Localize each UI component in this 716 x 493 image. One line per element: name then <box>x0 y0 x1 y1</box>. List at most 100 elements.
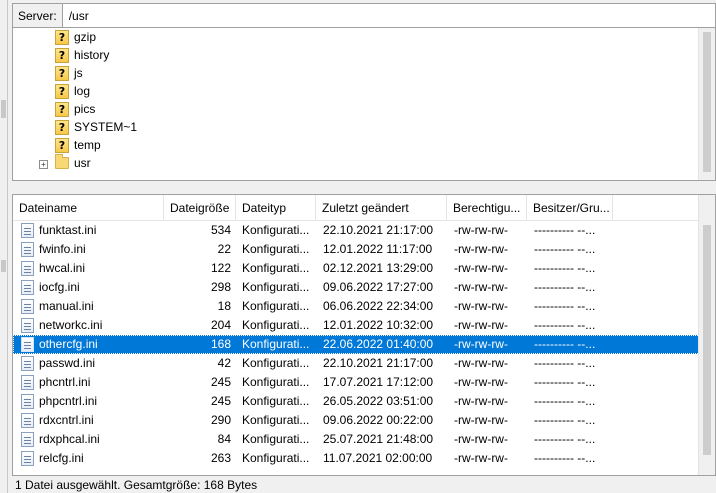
column-header-filename[interactable]: Dateiname <box>13 195 164 221</box>
status-text: 1 Datei ausgewählt. Gesamtgröße: 168 Byt… <box>15 478 258 492</box>
file-row[interactable]: hwcal.ini 122 Konfigurati... 02.12.2021 13:… <box>13 259 715 278</box>
file-type-cell: Konfigurati... <box>242 242 310 256</box>
tree-item-label: gzip <box>74 30 97 44</box>
tree-item-js[interactable]: ? js <box>55 64 83 82</box>
expand-toggle-icon[interactable]: + <box>39 160 48 169</box>
pane-splitter[interactable] <box>12 181 716 194</box>
column-header-modified[interactable]: Zuletzt geändert <box>316 195 447 221</box>
file-modified-cell: 17.07.2021 17:12:00 <box>323 375 434 389</box>
column-header-permissions[interactable]: Berechtigu... <box>447 195 527 221</box>
file-name-label: manual.ini <box>39 299 94 313</box>
tree-item-history[interactable]: ? history <box>55 46 109 64</box>
file-row[interactable]: phcntrl.ini 245 Konfigurati... 17.07.2021 1… <box>13 373 715 392</box>
file-name-cell: passwd.ini <box>13 354 164 373</box>
config-file-icon <box>21 432 34 447</box>
tree-item-pics[interactable]: ? pics <box>55 100 95 118</box>
file-list-scrollbar[interactable] <box>698 195 715 475</box>
tree-scrollbar[interactable] <box>698 28 715 180</box>
file-owner-cell: ---------- --... <box>534 356 596 370</box>
file-row[interactable]: passwd.ini 42 Konfigurati... 22.10.2021 21:… <box>13 354 715 373</box>
file-row[interactable]: networkc.ini 204 Konfigurati... 12.01.2022 … <box>13 316 715 335</box>
file-permissions-cell: -rw-rw-rw- <box>454 337 508 351</box>
file-name-label: rdxcntrl.ini <box>39 413 94 427</box>
left-pane-scroll-thumb[interactable] <box>1 100 6 118</box>
file-type-cell: Konfigurati... <box>242 451 310 465</box>
config-file-icon <box>21 318 34 333</box>
column-header-label: Berechtigu... <box>453 201 521 215</box>
column-header-label: Dateityp <box>242 201 287 215</box>
tree-item-temp[interactable]: ? temp <box>55 136 101 154</box>
unknown-folder-icon: ? <box>55 137 69 153</box>
tree-item-label: log <box>74 84 91 98</box>
file-row[interactable]: iocfg.ini 298 Konfigurati... 09.06.2022 17:… <box>13 278 715 297</box>
unknown-folder-icon: ? <box>55 29 69 45</box>
file-permissions-cell: -rw-rw-rw- <box>454 432 508 446</box>
file-name-cell: hwcal.ini <box>13 259 164 278</box>
config-file-icon <box>21 337 34 352</box>
file-name-cell: funktast.ini <box>13 221 164 240</box>
file-name-label: fwinfo.ini <box>39 242 86 256</box>
file-row[interactable]: relcfg.ini 263 Konfigurati... 11.07.2021 02… <box>13 449 715 468</box>
file-type-cell: Konfigurati... <box>242 432 310 446</box>
tree-item-log[interactable]: ? log <box>55 82 90 100</box>
file-size-cell: 204 <box>210 318 231 332</box>
file-size-cell: 290 <box>210 413 231 427</box>
unknown-folder-icon: ? <box>55 101 69 117</box>
column-header-filesize[interactable]: Dateigröße <box>164 195 236 221</box>
file-row[interactable]: fwinfo.ini 22 Konfigurati... 12.01.2022 11:… <box>13 240 715 259</box>
file-row[interactable]: phpcntrl.ini 245 Konfigurati... 26.05.2022 … <box>13 392 715 411</box>
file-size-cell: 245 <box>210 375 231 389</box>
file-modified-cell: 12.01.2022 10:32:00 <box>323 318 434 332</box>
file-row[interactable]: rdxcntrl.ini 290 Konfigurati... 09.06.2022 … <box>13 411 715 430</box>
config-file-icon <box>21 299 34 314</box>
column-header-filetype[interactable]: Dateityp <box>236 195 316 221</box>
file-size-cell: 84 <box>217 432 231 446</box>
file-permissions-cell: -rw-rw-rw- <box>454 242 508 256</box>
file-size-cell: 42 <box>217 356 231 370</box>
file-owner-cell: ---------- --... <box>534 432 596 446</box>
file-size-cell: 18 <box>217 299 231 313</box>
file-list-header: Dateiname Dateigröße Dateityp Zuletzt ge… <box>13 195 715 221</box>
tree-item-label: js <box>74 66 83 80</box>
file-name-cell: fwinfo.ini <box>13 240 164 259</box>
column-header-owner[interactable]: Besitzer/Gru... <box>527 195 613 221</box>
file-size-cell: 122 <box>210 261 231 275</box>
file-row[interactable]: othercfg.ini 168 Konfigurati... 22.06.2022 … <box>13 335 715 354</box>
file-name-cell: phcntrl.ini <box>13 373 164 392</box>
config-file-icon <box>21 223 34 238</box>
file-name-cell: rdxphcal.ini <box>13 430 164 449</box>
unknown-folder-icon: ? <box>55 83 69 99</box>
file-modified-cell: 22.10.2021 21:17:00 <box>323 223 434 237</box>
file-modified-cell: 12.01.2022 11:17:00 <box>323 242 433 256</box>
file-row[interactable]: rdxphcal.ini 84 Konfigurati... 25.07.2021 2… <box>13 430 715 449</box>
file-row[interactable]: manual.ini 18 Konfigurati... 06.06.2022 22:… <box>13 297 715 316</box>
server-path-bar: Server: <box>12 3 716 28</box>
column-header-label: Zuletzt geändert <box>322 201 409 215</box>
file-row[interactable]: funktast.ini 534 Konfigurati... 22.10.2021 … <box>13 221 715 240</box>
file-name-label: phcntrl.ini <box>39 375 91 389</box>
tree-item-gzip[interactable]: ? gzip <box>55 28 96 46</box>
file-owner-cell: ---------- --... <box>534 375 596 389</box>
file-modified-cell: 22.06.2022 01:40:00 <box>323 337 434 351</box>
tree-scroll-thumb[interactable] <box>703 32 711 172</box>
file-name-cell: rdxcntrl.ini <box>13 411 164 430</box>
file-permissions-cell: -rw-rw-rw- <box>454 261 508 275</box>
unknown-folder-icon: ? <box>55 65 69 81</box>
tree-item-usr[interactable]: usr <box>55 154 91 172</box>
file-name-cell: manual.ini <box>13 297 164 316</box>
file-type-cell: Konfigurati... <box>242 223 310 237</box>
server-path-input[interactable] <box>62 4 663 27</box>
tree-item-system[interactable]: ? SYSTEM~1 <box>55 118 137 136</box>
left-pane-scroll-thumb-lower[interactable] <box>1 260 6 272</box>
file-modified-cell: 11.07.2021 02:00:00 <box>323 451 433 465</box>
file-modified-cell: 09.06.2022 17:27:00 <box>323 280 434 294</box>
file-modified-cell: 26.05.2022 03:51:00 <box>323 394 434 408</box>
file-size-cell: 298 <box>210 280 231 294</box>
file-permissions-cell: -rw-rw-rw- <box>454 299 508 313</box>
file-name-cell: relcfg.ini <box>13 449 164 468</box>
file-permissions-cell: -rw-rw-rw- <box>454 394 508 408</box>
file-permissions-cell: -rw-rw-rw- <box>454 356 508 370</box>
file-permissions-cell: -rw-rw-rw- <box>454 375 508 389</box>
file-modified-cell: 25.07.2021 21:48:00 <box>323 432 434 446</box>
file-list-scroll-thumb[interactable] <box>703 225 711 455</box>
